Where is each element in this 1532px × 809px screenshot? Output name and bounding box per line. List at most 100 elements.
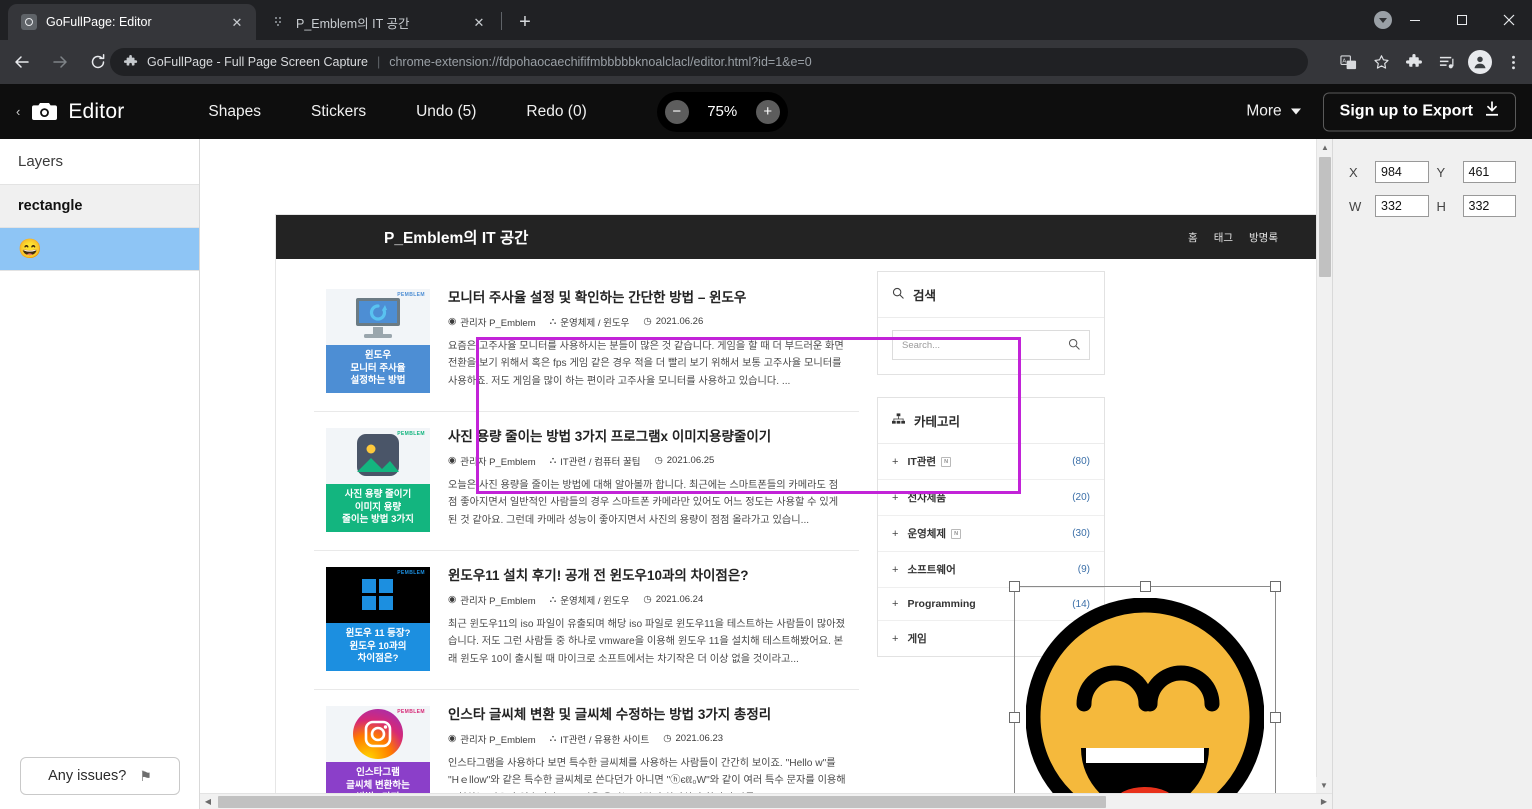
redo-button[interactable]: Redo (0) [516, 97, 596, 127]
layer-label: 😄 [18, 237, 42, 261]
profile-avatar[interactable] [1465, 47, 1495, 77]
w-field-input[interactable]: 332 [1375, 195, 1429, 217]
scroll-up-arrow-icon[interactable]: ▲ [1317, 139, 1332, 155]
category-label: Programming [907, 598, 975, 610]
post-content: 윈도우11 설치 후기! 공개 전 윈도우10과의 차이점은? ◉관리자 P_E… [448, 567, 847, 671]
h-field-input[interactable]: 332 [1463, 195, 1517, 217]
post-title[interactable]: 모니터 주사율 설정 및 확인하는 간단한 방법 – 윈도우 [448, 289, 847, 307]
expand-plus-icon[interactable]: + [892, 564, 898, 576]
extensions-puzzle-icon[interactable] [1399, 47, 1429, 77]
category-item[interactable]: + 소프트웨어 (9) [878, 552, 1104, 588]
reading-list-icon[interactable] [1432, 47, 1462, 77]
more-menu-button[interactable]: More [1246, 103, 1300, 121]
post-thumbnail: PEMBLEM 사진 용량 줄이기이미지 용량줄이는 방법 3가지 [326, 428, 430, 532]
search-widget: 검색 Search... [877, 271, 1105, 375]
category-label: 전자제품 [907, 490, 946, 505]
omnibox-url: chrome-extension://fdpohaocaechififmbbbb… [389, 55, 812, 69]
user-icon: ◉ [448, 455, 456, 466]
sign-up-to-export-button[interactable]: Sign up to Export [1323, 92, 1516, 131]
canvas-vertical-scrollbar[interactable]: ▲ [1316, 139, 1332, 793]
thumbnail-caption: 인스타그램글씨체 변환하는방법 3가지 [326, 762, 430, 793]
expand-plus-icon[interactable]: + [892, 528, 898, 540]
post-meta: ◉관리자 P_Emblem ⛬운영체제 / 윈도우 ◷2021.06.26 [448, 315, 847, 329]
minimize-button[interactable] [1391, 0, 1438, 40]
stickers-button[interactable]: Stickers [301, 97, 376, 127]
download-icon [1485, 102, 1499, 122]
search-input[interactable]: Search... [892, 330, 1090, 360]
sitemap-icon [892, 413, 905, 428]
expand-plus-icon[interactable]: + [892, 492, 898, 504]
resize-handle-top-left[interactable] [1009, 581, 1020, 592]
resize-handle-middle-right[interactable] [1270, 712, 1281, 723]
blog-nav-guestbook[interactable]: 방명록 [1249, 230, 1278, 245]
editor-nav: Shapes Stickers Undo (5) Redo (0) [198, 97, 596, 127]
post-item[interactable]: PEMBLEM 윈도우모니터 주사율설정하는 방법 모니터 주사율 설정 및 확… [314, 273, 859, 412]
sitemap-icon: ⛬ [550, 316, 557, 327]
resize-handle-middle-left[interactable] [1009, 712, 1020, 723]
address-bar[interactable]: GoFullPage - Full Page Screen Capture | … [110, 48, 1308, 76]
resize-handle-top-center[interactable] [1140, 581, 1151, 592]
canvas-horizontal-scrollbar[interactable]: ◀ ▶ [200, 793, 1332, 809]
category-widget-header: 카테고리 [878, 398, 1104, 444]
expand-plus-icon[interactable]: + [892, 633, 898, 645]
search-icon[interactable] [1068, 338, 1080, 353]
scroll-left-arrow-icon[interactable]: ◀ [200, 794, 216, 809]
post-title[interactable]: 인스타 글씨체 변환 및 글씨체 수정하는 방법 3가지 총정리 [448, 706, 847, 724]
scroll-down-arrow-icon[interactable]: ▼ [1316, 777, 1332, 793]
clock-icon: ◷ [663, 733, 671, 744]
back-chevron-icon[interactable]: ‹ [16, 105, 20, 118]
translate-icon[interactable]: A [1333, 47, 1363, 77]
layer-item-sticker[interactable]: 😄 [0, 228, 199, 271]
post-item[interactable]: PEMBLEM 윈도우 11 등장?윈도우 10과의차이점은? 윈도우11 설치… [314, 551, 859, 690]
browser-tab-active[interactable]: GoFullPage: Editor ✕ [8, 4, 256, 40]
blog-nav-home[interactable]: 홈 [1188, 230, 1198, 245]
zoom-in-button[interactable]: + [756, 100, 780, 124]
new-tab-button[interactable]: + [512, 9, 538, 35]
bookmark-star-icon[interactable] [1366, 47, 1396, 77]
post-item[interactable]: PEMBLEM 사진 용량 줄이기이미지 용량줄이는 방법 3가지 사진 용량 … [314, 412, 859, 551]
dots-icon [271, 14, 287, 30]
any-issues-button[interactable]: Any issues? ⚑ [20, 757, 180, 795]
captured-page-canvas[interactable]: P_Emblem의 IT 공간 홈 태그 방명록 [276, 215, 1316, 793]
undo-button[interactable]: Undo (5) [406, 97, 486, 127]
thumbnail-caption: 사진 용량 줄이기이미지 용량줄이는 방법 3가지 [326, 484, 430, 532]
category-count: (9) [1078, 564, 1090, 575]
y-field-input[interactable]: 461 [1463, 161, 1517, 183]
close-icon[interactable]: ✕ [228, 13, 246, 31]
post-meta: ◉관리자 P_Emblem ⛬운영체제 / 윈도우 ◷2021.06.24 [448, 593, 847, 607]
category-item[interactable]: + IT관련N (80) [878, 444, 1104, 480]
thumbnail-watermark: PEMBLEM [397, 709, 425, 715]
category-item[interactable]: + 전자제품 (20) [878, 480, 1104, 516]
new-badge: N [951, 529, 961, 539]
browser-tab-inactive[interactable]: P_Emblem의 IT 공간 ✕ [258, 4, 498, 40]
expand-plus-icon[interactable]: + [892, 598, 898, 610]
post-item[interactable]: PEMBLEM 인스타그램글씨체 변환하는방법 3가지 인스타 글씨체 변환 및… [314, 690, 859, 793]
category-count: (80) [1072, 456, 1090, 467]
expand-plus-icon[interactable]: + [892, 456, 898, 468]
caret-down-icon[interactable] [1374, 11, 1392, 29]
horizontal-scroll-thumb[interactable] [218, 796, 1106, 808]
close-button[interactable] [1485, 0, 1532, 40]
blog-nav-tags[interactable]: 태그 [1214, 230, 1233, 245]
user-icon: ◉ [448, 733, 456, 744]
category-item[interactable]: + 운영체제N (30) [878, 516, 1104, 552]
back-button[interactable] [6, 46, 38, 78]
shapes-button[interactable]: Shapes [198, 97, 271, 127]
scroll-right-arrow-icon[interactable]: ▶ [1316, 794, 1332, 809]
three-dot-menu-icon[interactable] [1498, 47, 1528, 77]
post-title[interactable]: 사진 용량 줄이는 방법 3가지 프로그램x 이미지용량줄이기 [448, 428, 847, 446]
layer-item-rectangle[interactable]: rectangle [0, 185, 199, 228]
camera-icon [21, 14, 37, 30]
zoom-out-button[interactable]: − [665, 100, 689, 124]
maximize-button[interactable] [1438, 0, 1485, 40]
resize-handle-top-right[interactable] [1270, 581, 1281, 592]
post-title[interactable]: 윈도우11 설치 후기! 공개 전 윈도우10과의 차이점은? [448, 567, 847, 585]
x-field-input[interactable]: 984 [1375, 161, 1429, 183]
vertical-scroll-thumb[interactable] [1319, 157, 1331, 277]
editor-canvas-area[interactable]: P_Emblem의 IT 공간 홈 태그 방명록 [200, 139, 1332, 809]
category-label: IT관련 [907, 454, 936, 469]
post-list: PEMBLEM 윈도우모니터 주사율설정하는 방법 모니터 주사율 설정 및 확… [314, 271, 859, 793]
category-count: (30) [1072, 528, 1090, 539]
forward-button[interactable] [44, 46, 76, 78]
close-icon[interactable]: ✕ [470, 13, 488, 31]
